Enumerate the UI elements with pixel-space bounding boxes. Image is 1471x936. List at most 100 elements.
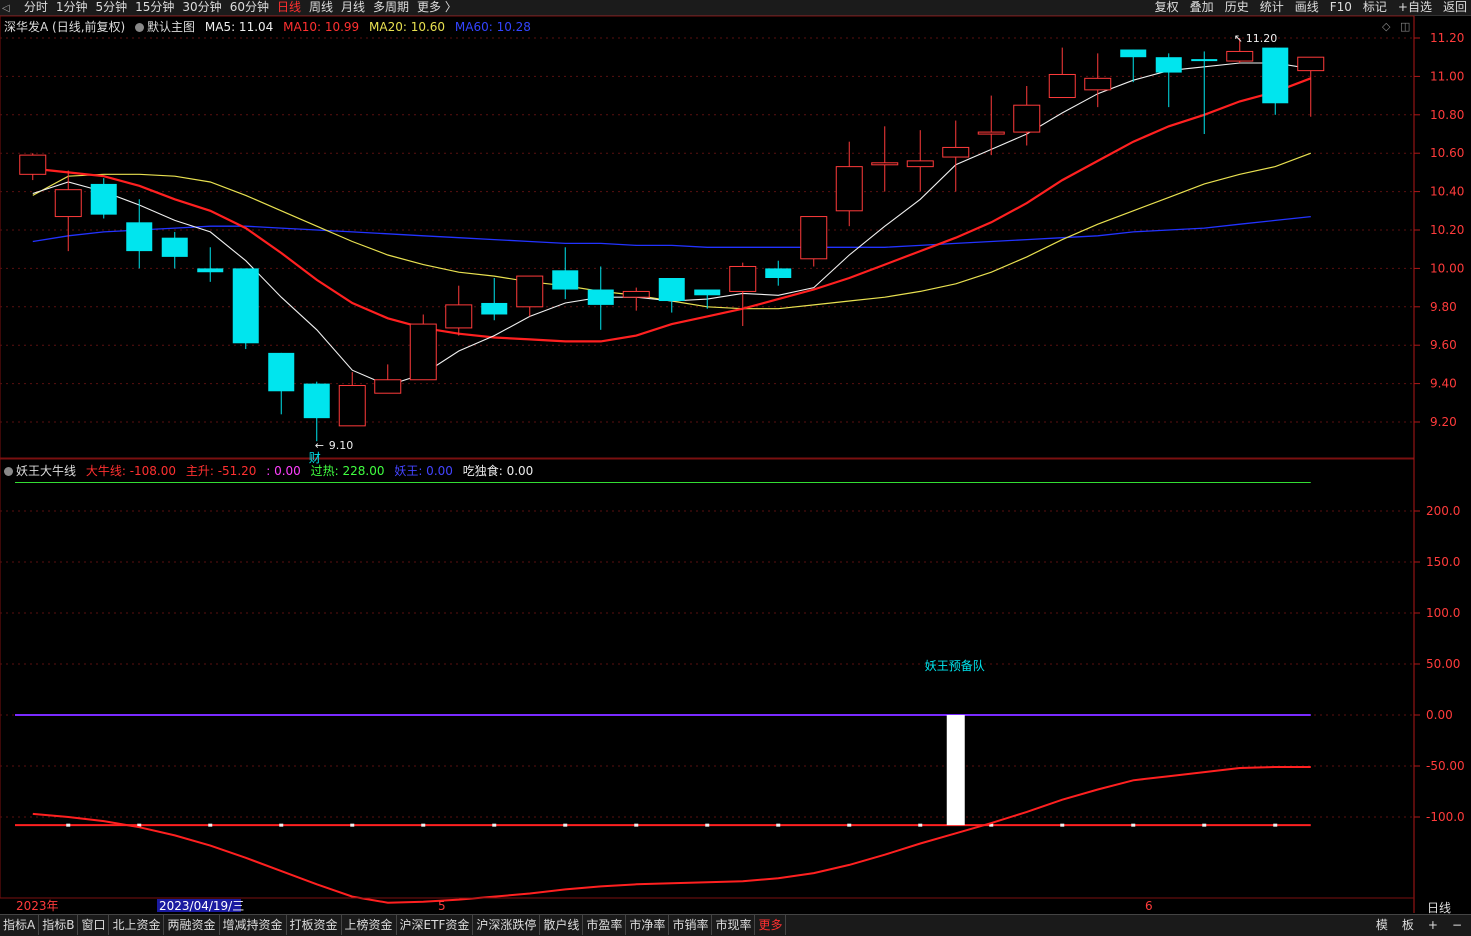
- candle-body-up: [338, 385, 366, 427]
- candle-body-up: [516, 275, 544, 308]
- sub-axis-label: -50.00: [1426, 759, 1465, 773]
- indicator-tab-9[interactable]: 沪深涨跌停: [473, 915, 541, 935]
- candle-body-up: [977, 131, 1005, 135]
- daniu-dot: [350, 823, 355, 827]
- indicator-tab-13[interactable]: 市销率: [669, 915, 713, 935]
- cai-marker: 财: [309, 451, 321, 465]
- candle-body-up: [942, 146, 970, 158]
- daniu-dot: [279, 823, 284, 827]
- candle-body-up: [729, 265, 757, 292]
- candle-body-down: [161, 237, 188, 257]
- price-axis-label: 10.80: [1430, 108, 1464, 122]
- indicator-tab-3[interactable]: 北上资金: [109, 915, 165, 935]
- daniu-dot: [1202, 823, 1207, 827]
- candle-body-up: [1048, 73, 1076, 99]
- sub-frame: [0, 458, 1415, 899]
- candle-body-down: [1120, 49, 1147, 58]
- candle-body-down: [126, 222, 153, 252]
- indicator-tabbar: 指标A 指标B 窗口 北上资金 两融资金 增减持资金 打板资金 上榜资金 沪深ETF资金 沪深涨跌…: [0, 914, 1471, 936]
- candle-body-down: [1262, 47, 1289, 104]
- daniu-dot: [66, 823, 71, 827]
- candle-body-down: [303, 383, 330, 419]
- sub-axis-label: 50.00: [1426, 657, 1460, 671]
- daniu-dot: [1131, 823, 1136, 827]
- daniu-dot: [492, 823, 497, 827]
- bottom-right-button-1[interactable]: 板: [1399, 915, 1417, 935]
- sub-axis-label: 0.00: [1426, 708, 1453, 722]
- candle-body-down: [587, 289, 614, 305]
- candle-body-up: [871, 162, 899, 166]
- indicator-tab-2[interactable]: 窗口: [78, 915, 110, 935]
- ma5-line: [32, 62, 1311, 387]
- candle-body-down: [765, 268, 792, 278]
- candle-body-up: [1297, 56, 1325, 72]
- price-axis-label: 10.20: [1430, 223, 1464, 237]
- candle-body-down: [232, 268, 259, 344]
- candle-body-down: [552, 270, 579, 290]
- bottom-right-button-3[interactable]: −: [1449, 915, 1465, 935]
- price-axis-label: 10.60: [1430, 146, 1464, 160]
- candle-body-up: [19, 154, 47, 175]
- indicator-tab-1[interactable]: 指标B: [39, 915, 79, 935]
- daniu-dot: [918, 823, 923, 827]
- price-axis-label: 11.20: [1430, 31, 1464, 45]
- price-axis-label: 10.40: [1430, 185, 1464, 199]
- candle-body-up: [906, 160, 934, 168]
- sub-axis-label: 100.0: [1426, 606, 1460, 620]
- candle-body-down: [1191, 59, 1218, 62]
- indicator-tab-12[interactable]: 市净率: [626, 915, 670, 935]
- yaowang-signal-bar: [946, 715, 965, 826]
- candle-body-up: [1226, 50, 1254, 62]
- indicator-tab-4[interactable]: 两融资金: [164, 915, 220, 935]
- daniu-dot: [634, 823, 639, 827]
- daniu-dot: [563, 823, 568, 827]
- high-marker-arrow: ↖: [1234, 32, 1243, 45]
- daniu-dot: [1273, 823, 1278, 827]
- selected-date: 2023/04/19/三: [159, 899, 244, 913]
- price-axis-label: 9.20: [1430, 415, 1457, 429]
- price-axis-label: 10.00: [1430, 261, 1464, 275]
- zhusheng-line: [32, 766, 1311, 904]
- candle-body-down: [481, 302, 508, 315]
- daniu-dot: [705, 823, 710, 827]
- kline-chart[interactable]: 11.20 11.00 10.80 10.60 10.40 10.20 10.00 9.80 9…: [0, 0, 1471, 935]
- sub-axis-label: 150.0: [1426, 555, 1460, 569]
- candle-body-up: [800, 216, 828, 260]
- price-axis-label: 9.80: [1430, 300, 1457, 314]
- ma60-line: [32, 215, 1311, 248]
- bottom-right-button-2[interactable]: +: [1425, 915, 1441, 935]
- daniu-dot: [421, 823, 426, 827]
- candle-body-down: [197, 268, 224, 273]
- daniu-dot: [847, 823, 852, 827]
- bottom-right-button-0[interactable]: 模: [1373, 915, 1391, 935]
- daniu-dot: [208, 823, 213, 827]
- candle-body-up: [409, 323, 437, 381]
- indicator-tab-5[interactable]: 增减持资金: [220, 915, 287, 935]
- candle-body-up: [622, 290, 650, 298]
- candle-body-up: [445, 304, 473, 329]
- daniu-dot: [1060, 823, 1065, 827]
- candle-body-down: [658, 278, 685, 302]
- year-label: 2023年: [16, 899, 59, 913]
- indicator-tab-6[interactable]: 打板资金: [287, 915, 342, 935]
- candle-body-up: [1013, 104, 1041, 133]
- indicator-tab-8[interactable]: 沪深ETF资金: [397, 915, 474, 935]
- more-tab[interactable]: 更多: [755, 915, 787, 935]
- indicator-tab-7[interactable]: 上榜资金: [342, 915, 397, 935]
- low-price-label: 9.10: [329, 439, 354, 452]
- daniu-dot: [776, 823, 781, 827]
- price-axis-label: 11.00: [1430, 69, 1464, 83]
- price-axis-label: 9.60: [1430, 338, 1457, 352]
- candle-body-up: [374, 379, 402, 394]
- indicator-tab-14[interactable]: 市现率: [712, 915, 756, 935]
- indicator-tab-10[interactable]: 散户线: [540, 915, 584, 935]
- indicator-tab-11[interactable]: 市盈率: [583, 915, 627, 935]
- candle-body-up: [835, 166, 863, 212]
- indicator-tab-0[interactable]: 指标A: [0, 915, 40, 935]
- high-price-label: 11.20: [1246, 32, 1278, 45]
- candle-body-up: [1084, 77, 1112, 91]
- candle-body-up: [54, 189, 82, 218]
- candle-body-down: [90, 183, 117, 215]
- yaowang-signal-label: 妖王预备队: [925, 658, 985, 673]
- main-frame: [0, 15, 1415, 459]
